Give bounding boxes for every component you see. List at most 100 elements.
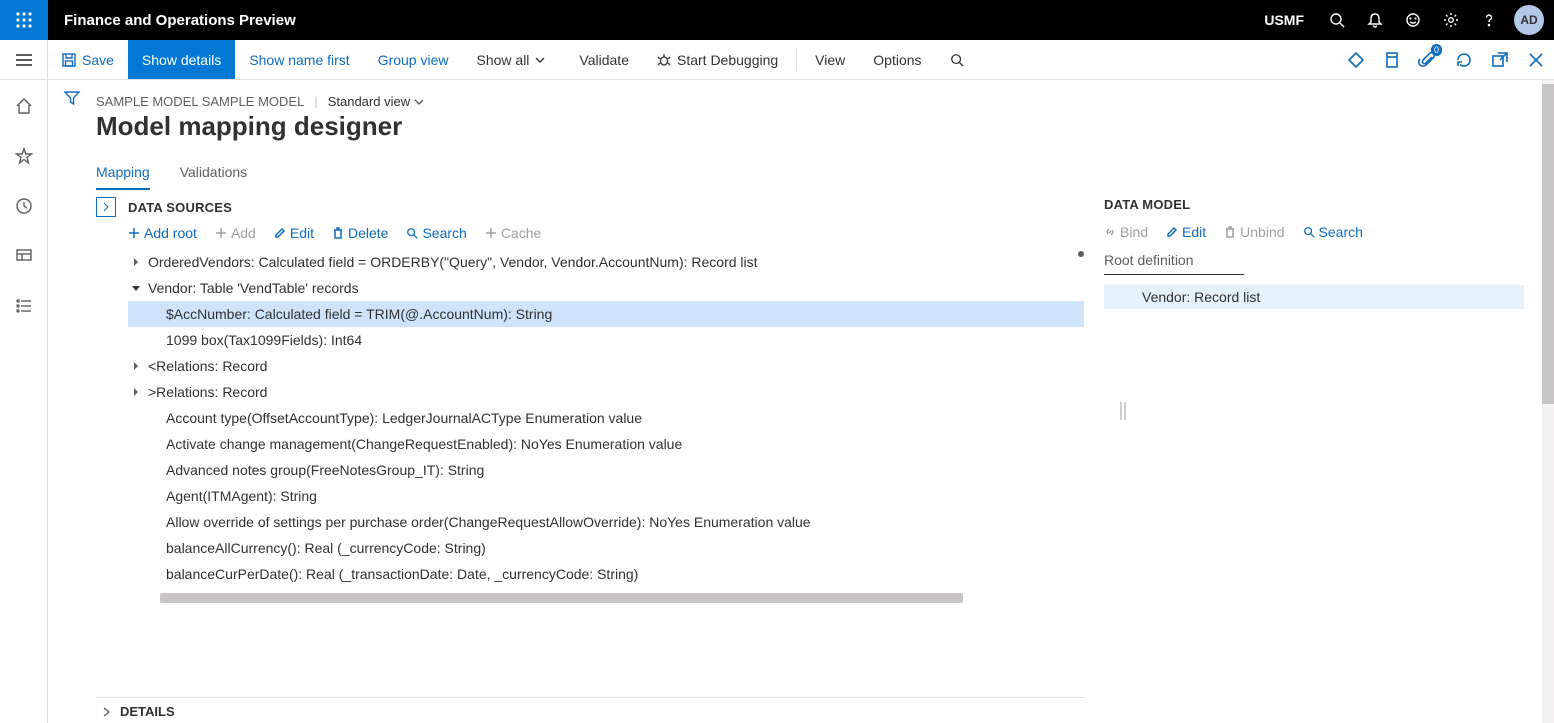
tree-node[interactable]: Activate change management(ChangeRequest…: [128, 431, 1084, 457]
tree-node[interactable]: Advanced notes group(FreeNotesGroup_IT):…: [128, 457, 1084, 483]
tree-node[interactable]: Account type(OffsetAccountType): LedgerJ…: [128, 405, 1084, 431]
app-title: Finance and Operations Preview: [48, 12, 312, 29]
tree-node[interactable]: Allow override of settings per purchase …: [128, 509, 1084, 535]
refresh-icon: [1456, 52, 1472, 68]
actionbar-search-button[interactable]: [936, 40, 984, 79]
show-all-dropdown[interactable]: Show all: [463, 40, 566, 79]
tree-node[interactable]: 1099 box(Tax1099Fields): Int64: [128, 327, 1084, 353]
designer-tabs: Mapping Validations: [96, 150, 1524, 191]
validate-button[interactable]: Validate: [565, 40, 643, 79]
tree-node[interactable]: balanceAllCurrency(): Real (_currencyCod…: [128, 535, 1084, 561]
column-splitter[interactable]: [1116, 402, 1130, 420]
nav-toggle-button[interactable]: [0, 40, 48, 79]
filter-pane-toggle[interactable]: [48, 80, 96, 723]
nav-modules[interactable]: [8, 290, 40, 322]
nav-recent[interactable]: [8, 190, 40, 222]
diamond-icon: [1348, 52, 1364, 68]
show-name-first-button[interactable]: Show name first: [235, 40, 363, 79]
ds-delete-button[interactable]: Delete: [332, 225, 388, 241]
tree-node-label: Agent(ITMAgent): String: [148, 488, 317, 504]
help-icon: [1481, 12, 1497, 28]
show-details-button[interactable]: Show details: [128, 40, 235, 79]
popout-button[interactable]: [1482, 40, 1518, 79]
horizontal-scrollbar[interactable]: [160, 593, 963, 603]
gear-icon: [1443, 12, 1459, 28]
view-selector[interactable]: Standard view: [328, 94, 424, 109]
twisty-collapsed-icon[interactable]: [128, 362, 144, 370]
tree-node-label: >Relations: Record: [148, 384, 267, 400]
data-sources-heading: DATA SOURCES: [128, 200, 232, 215]
nav-favorites[interactable]: [8, 140, 40, 172]
bell-icon: [1367, 12, 1383, 28]
tree-node[interactable]: >Relations: Record: [128, 379, 1084, 405]
settings-button[interactable]: [1432, 0, 1470, 40]
company-label[interactable]: USMF: [1250, 12, 1318, 28]
close-page-button[interactable]: [1518, 40, 1554, 79]
chevron-right-icon: [102, 707, 112, 717]
tree-node-label: balanceAllCurrency(): Real (_currencyCod…: [148, 540, 486, 556]
twisty-expanded-icon[interactable]: [128, 284, 144, 292]
tree-node-label: Vendor: Table 'VendTable' records: [148, 280, 359, 296]
star-icon: [15, 147, 33, 165]
tree-node[interactable]: OrderedVendors: Calculated field = ORDER…: [128, 249, 1084, 275]
trash-icon: [1224, 226, 1236, 238]
chevron-right-icon: [102, 202, 110, 212]
group-view-button[interactable]: Group view: [364, 40, 463, 79]
data-sources-panel: DATA SOURCES Add root Add Edit Delete Se…: [96, 197, 1084, 698]
ds-add-root-button[interactable]: Add root: [128, 225, 197, 241]
root-definition-field[interactable]: [1104, 274, 1244, 275]
page-scrollbar[interactable]: [1542, 80, 1554, 723]
ds-search-button[interactable]: Search: [406, 225, 466, 241]
grip-icon: [1120, 402, 1126, 420]
list-icon: [15, 297, 33, 315]
nav-workspaces[interactable]: [8, 240, 40, 272]
page-options-button[interactable]: [1374, 40, 1410, 79]
bind-anchor-icon: [1078, 251, 1084, 257]
popout-icon: [1492, 52, 1508, 68]
dm-search-button[interactable]: Search: [1303, 224, 1363, 240]
start-debugging-button[interactable]: Start Debugging: [643, 40, 792, 79]
trash-icon: [332, 227, 344, 239]
tree-node[interactable]: $AccNumber: Calculated field = TRIM(@.Ac…: [128, 301, 1084, 327]
tree-node-label: Activate change management(ChangeRequest…: [148, 436, 682, 452]
twisty-collapsed-icon[interactable]: [128, 258, 144, 266]
twisty-collapsed-icon[interactable]: [128, 388, 144, 396]
dm-edit-button[interactable]: Edit: [1166, 224, 1206, 240]
help-button[interactable]: [1470, 0, 1508, 40]
global-search-button[interactable]: [1318, 0, 1356, 40]
chevron-down-icon: [535, 55, 545, 65]
save-icon: [62, 53, 76, 67]
tree-node-label: Account type(OffsetAccountType): LedgerJ…: [148, 410, 642, 426]
hamburger-icon: [15, 53, 33, 67]
tree-node-label: $AccNumber: Calculated field = TRIM(@.Ac…: [148, 306, 552, 322]
nav-home[interactable]: [8, 90, 40, 122]
options-menu[interactable]: Options: [859, 40, 935, 79]
refresh-button[interactable]: [1446, 40, 1482, 79]
ds-cache-button: Cache: [485, 225, 541, 241]
tab-mapping[interactable]: Mapping: [96, 158, 150, 190]
ds-edit-button[interactable]: Edit: [274, 225, 314, 241]
user-avatar[interactable]: AD: [1514, 5, 1544, 35]
pencil-icon: [1166, 226, 1178, 238]
page-icon: [1384, 52, 1400, 68]
tree-node[interactable]: Agent(ITMAgent): String: [128, 483, 1084, 509]
save-button[interactable]: Save: [48, 40, 128, 79]
tree-node[interactable]: <Relations: Record: [128, 353, 1084, 379]
types-pane-toggle[interactable]: [96, 197, 116, 217]
attachments-count: 0: [1431, 44, 1442, 56]
details-section-toggle[interactable]: DETAILS: [96, 698, 1524, 723]
funnel-icon: [64, 90, 80, 106]
dm-unbind-button: Unbind: [1224, 224, 1284, 240]
tree-node[interactable]: balanceCurPerDate(): Real (_transactionD…: [128, 561, 1084, 587]
feedback-button[interactable]: [1394, 0, 1432, 40]
user-options-button[interactable]: [1338, 40, 1374, 79]
notifications-button[interactable]: [1356, 0, 1394, 40]
app-launcher-button[interactable]: [0, 0, 48, 40]
tree-node[interactable]: Vendor: Table 'VendTable' records: [128, 275, 1084, 301]
data-model-node[interactable]: Vendor: Record list: [1104, 285, 1524, 309]
tree-node-label: OrderedVendors: Calculated field = ORDER…: [148, 254, 758, 270]
view-menu[interactable]: View: [801, 40, 859, 79]
ds-add-button: Add: [215, 225, 256, 241]
attachments-button[interactable]: 0: [1410, 40, 1446, 79]
tab-validations[interactable]: Validations: [180, 158, 247, 190]
